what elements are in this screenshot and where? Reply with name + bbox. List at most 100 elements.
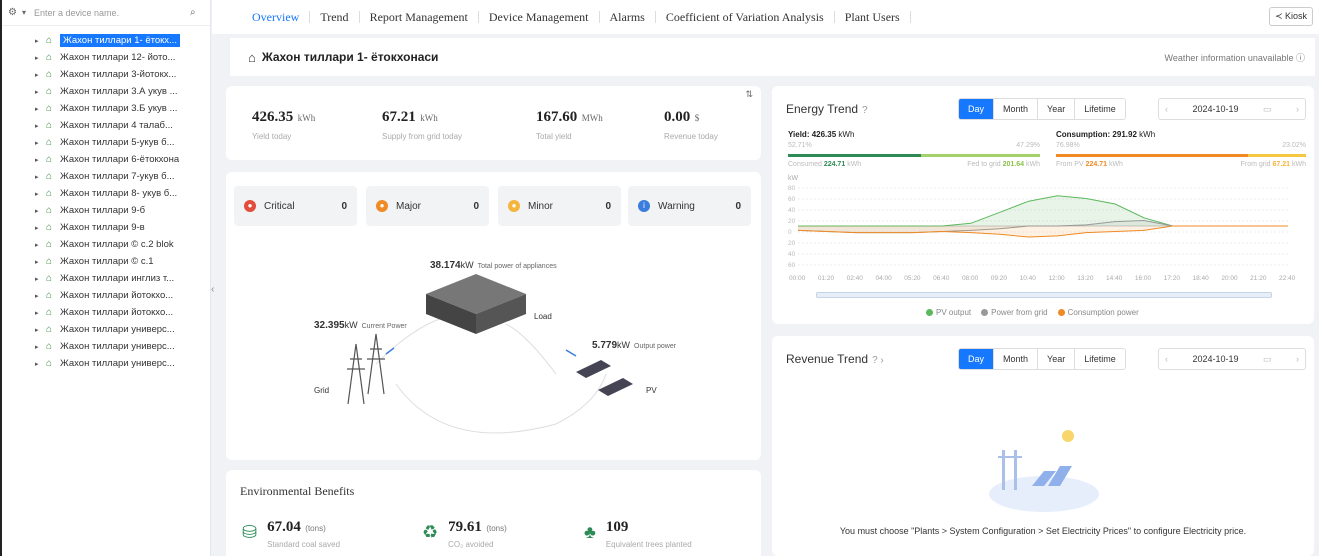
period-month[interactable]: Month: [994, 99, 1039, 119]
feed-value: 201.64: [1002, 161, 1025, 168]
sidebar-item-plant[interactable]: ▸ ⌂ Жахон тиллари © с.1: [2, 253, 210, 270]
caret-right-icon[interactable]: ▸: [35, 241, 39, 249]
next-date-icon[interactable]: ›: [1296, 354, 1299, 364]
legend-label: PV output: [936, 308, 972, 317]
sidebar-item-plant[interactable]: ▸ ⌂ Жахон тиллари 3.А укув ...: [2, 83, 210, 100]
sidebar-item-plant[interactable]: ▸ ⌂ Жахон тиллари 1- ётокх...: [2, 32, 210, 49]
caret-right-icon[interactable]: ▸: [35, 292, 39, 300]
x-tick-label: 01:20: [818, 275, 835, 282]
sidebar-item-label: Жахон тиллари © с.2 blok: [60, 239, 174, 250]
plant-home-icon: ⌂: [46, 52, 53, 63]
energy-date-picker[interactable]: ‹ 2024-10-19 ▭ ›: [1158, 98, 1306, 120]
sidebar-item-plant[interactable]: ▸ ⌂ Жахон тиллари йотокхо...: [2, 304, 210, 321]
tab-report-management[interactable]: Report Management: [360, 11, 479, 23]
sidebar-item-plant[interactable]: ▸ ⌂ Жахон тиллари йотокхо...: [2, 287, 210, 304]
sidebar-item-plant[interactable]: ▸ ⌂ Жахон тиллари 12- йото...: [2, 49, 210, 66]
caret-right-icon[interactable]: ▸: [35, 139, 39, 147]
tab-device-management[interactable]: Device Management: [479, 11, 600, 23]
plant-home-icon: ⌂: [46, 256, 53, 267]
filter-icon[interactable]: ⚙: [8, 7, 22, 18]
caret-right-icon[interactable]: ▸: [35, 71, 39, 79]
x-tick-label: 10:40: [1020, 275, 1037, 282]
caret-right-icon[interactable]: ▸: [35, 37, 39, 45]
caret-right-icon[interactable]: ▸: [35, 326, 39, 334]
prev-date-icon[interactable]: ‹: [1165, 104, 1168, 114]
caret-right-icon[interactable]: ▸: [35, 343, 39, 351]
output-power-unit: kW: [617, 340, 631, 350]
sidebar-item-plant[interactable]: ▸ ⌂ Жахон тиллари 7-укув б...: [2, 168, 210, 185]
caret-right-icon[interactable]: ▸: [35, 122, 39, 130]
sidebar-item-plant[interactable]: ▸ ⌂ Жахон тиллари 9-в: [2, 219, 210, 236]
revenue-date-picker[interactable]: ‹ 2024-10-19 ▭ ›: [1158, 348, 1306, 370]
tab-overview[interactable]: Overview: [242, 11, 311, 23]
settings-icon[interactable]: ⇅: [745, 89, 753, 100]
sidebar-item-plant[interactable]: ▸ ⌂ Жахон тиллари 5-укув б...: [2, 134, 210, 151]
legend-item[interactable]: PV output: [926, 308, 971, 317]
period-year[interactable]: Year: [1038, 349, 1076, 369]
output-power-readout: 5.779kW Output power: [592, 340, 676, 351]
tab-cov-analysis[interactable]: Coefficient of Variation Analysis: [656, 11, 835, 23]
caret-right-icon[interactable]: ▸: [35, 88, 39, 96]
alarm-warning[interactable]: i Warning 0: [628, 186, 751, 226]
yield-bar-consumed: [788, 154, 921, 157]
search-icon[interactable]: ⌕: [190, 7, 204, 18]
sidebar-item-plant[interactable]: ▸ ⌂ Жахон тиллари 3-йотокх...: [2, 66, 210, 83]
pv-label: PV: [646, 386, 657, 395]
alarm-major[interactable]: ● Major 0: [366, 186, 489, 226]
help-icon[interactable]: ?: [862, 105, 868, 116]
x-tick-label: 12:00: [1048, 275, 1065, 282]
tab-plant-users[interactable]: Plant Users: [835, 11, 911, 23]
sidebar-item-plant[interactable]: ▸ ⌂ Жахон тиллари 8- укув б...: [2, 185, 210, 202]
chart-zoom-slider[interactable]: [816, 292, 1272, 298]
caret-right-icon[interactable]: ▸: [35, 54, 39, 62]
caret-right-icon[interactable]: ▸: [35, 275, 39, 283]
kiosk-button[interactable]: ≺ Kiosk: [1268, 7, 1313, 26]
caret-right-icon[interactable]: ▸: [35, 224, 39, 232]
caret-right-icon[interactable]: ▸: [35, 156, 39, 164]
sidebar-item-plant[interactable]: ▸ ⌂ Жахон тиллари инглиз т...: [2, 270, 210, 287]
grid-label: Grid: [314, 386, 330, 395]
caret-right-icon[interactable]: ▸: [35, 173, 39, 181]
legend-item[interactable]: Power from grid: [981, 308, 1048, 317]
sidebar-item-plant[interactable]: ▸ ⌂ Жахон тиллари © с.2 blok: [2, 236, 210, 253]
chevron-down-icon[interactable]: ▾: [22, 8, 26, 17]
period-lifetime[interactable]: Lifetime: [1075, 349, 1125, 369]
search-input[interactable]: Enter a device name.: [34, 8, 190, 18]
prev-date-icon[interactable]: ‹: [1165, 354, 1168, 364]
device-search[interactable]: ⚙ ▾ Enter a device name. ⌕: [2, 0, 210, 26]
sidebar-item-plant[interactable]: ▸ ⌂ Жахон тиллари 9-б: [2, 202, 210, 219]
next-date-icon[interactable]: ›: [1296, 104, 1299, 114]
legend-item[interactable]: Consumption power: [1057, 308, 1139, 317]
plant-home-icon: ⌂: [46, 120, 53, 131]
tab-trend[interactable]: Trend: [310, 11, 360, 23]
period-lifetime[interactable]: Lifetime: [1075, 99, 1125, 119]
sidebar-item-plant[interactable]: ▸ ⌂ Жахон тиллари 4 талаб...: [2, 117, 210, 134]
period-month[interactable]: Month: [994, 349, 1039, 369]
sidebar-item-plant[interactable]: ▸ ⌂ Жахон тиллари универс...: [2, 355, 210, 372]
caret-right-icon[interactable]: ▸: [35, 309, 39, 317]
period-year[interactable]: Year: [1038, 99, 1076, 119]
collapse-sidebar-icon[interactable]: ‹: [211, 280, 219, 300]
pct-consumed: 52.71%: [788, 142, 812, 149]
calendar-icon: ▭: [1262, 353, 1272, 364]
energy-trend-title: Energy Trend: [786, 102, 859, 116]
sidebar-item-plant[interactable]: ▸ ⌂ Жахон тиллари 3.Б укув ...: [2, 100, 210, 117]
sidebar-item-plant[interactable]: ▸ ⌂ Жахон тиллари 6-ётокхона: [2, 151, 210, 168]
caret-right-icon[interactable]: ▸: [35, 258, 39, 266]
kpi-value: 167.60: [536, 109, 578, 125]
info-icon[interactable]: ⓘ: [1296, 53, 1305, 63]
help-icon[interactable]: ? ›: [872, 355, 884, 366]
period-day[interactable]: Day: [959, 99, 995, 119]
sidebar-item-plant[interactable]: ▸ ⌂ Жахон тиллари универс...: [2, 338, 210, 355]
caret-right-icon[interactable]: ▸: [35, 360, 39, 368]
x-tick-label: 08:00: [962, 275, 979, 282]
caret-right-icon[interactable]: ▸: [35, 207, 39, 215]
output-power-value: 5.779: [592, 340, 618, 351]
caret-right-icon[interactable]: ▸: [35, 190, 39, 198]
caret-right-icon[interactable]: ▸: [35, 105, 39, 113]
alarm-critical[interactable]: ● Critical 0: [234, 186, 357, 226]
tab-alarms[interactable]: Alarms: [600, 11, 656, 23]
period-day[interactable]: Day: [959, 349, 995, 369]
sidebar-item-plant[interactable]: ▸ ⌂ Жахон тиллари универс...: [2, 321, 210, 338]
alarm-minor[interactable]: ● Minor 0: [498, 186, 621, 226]
